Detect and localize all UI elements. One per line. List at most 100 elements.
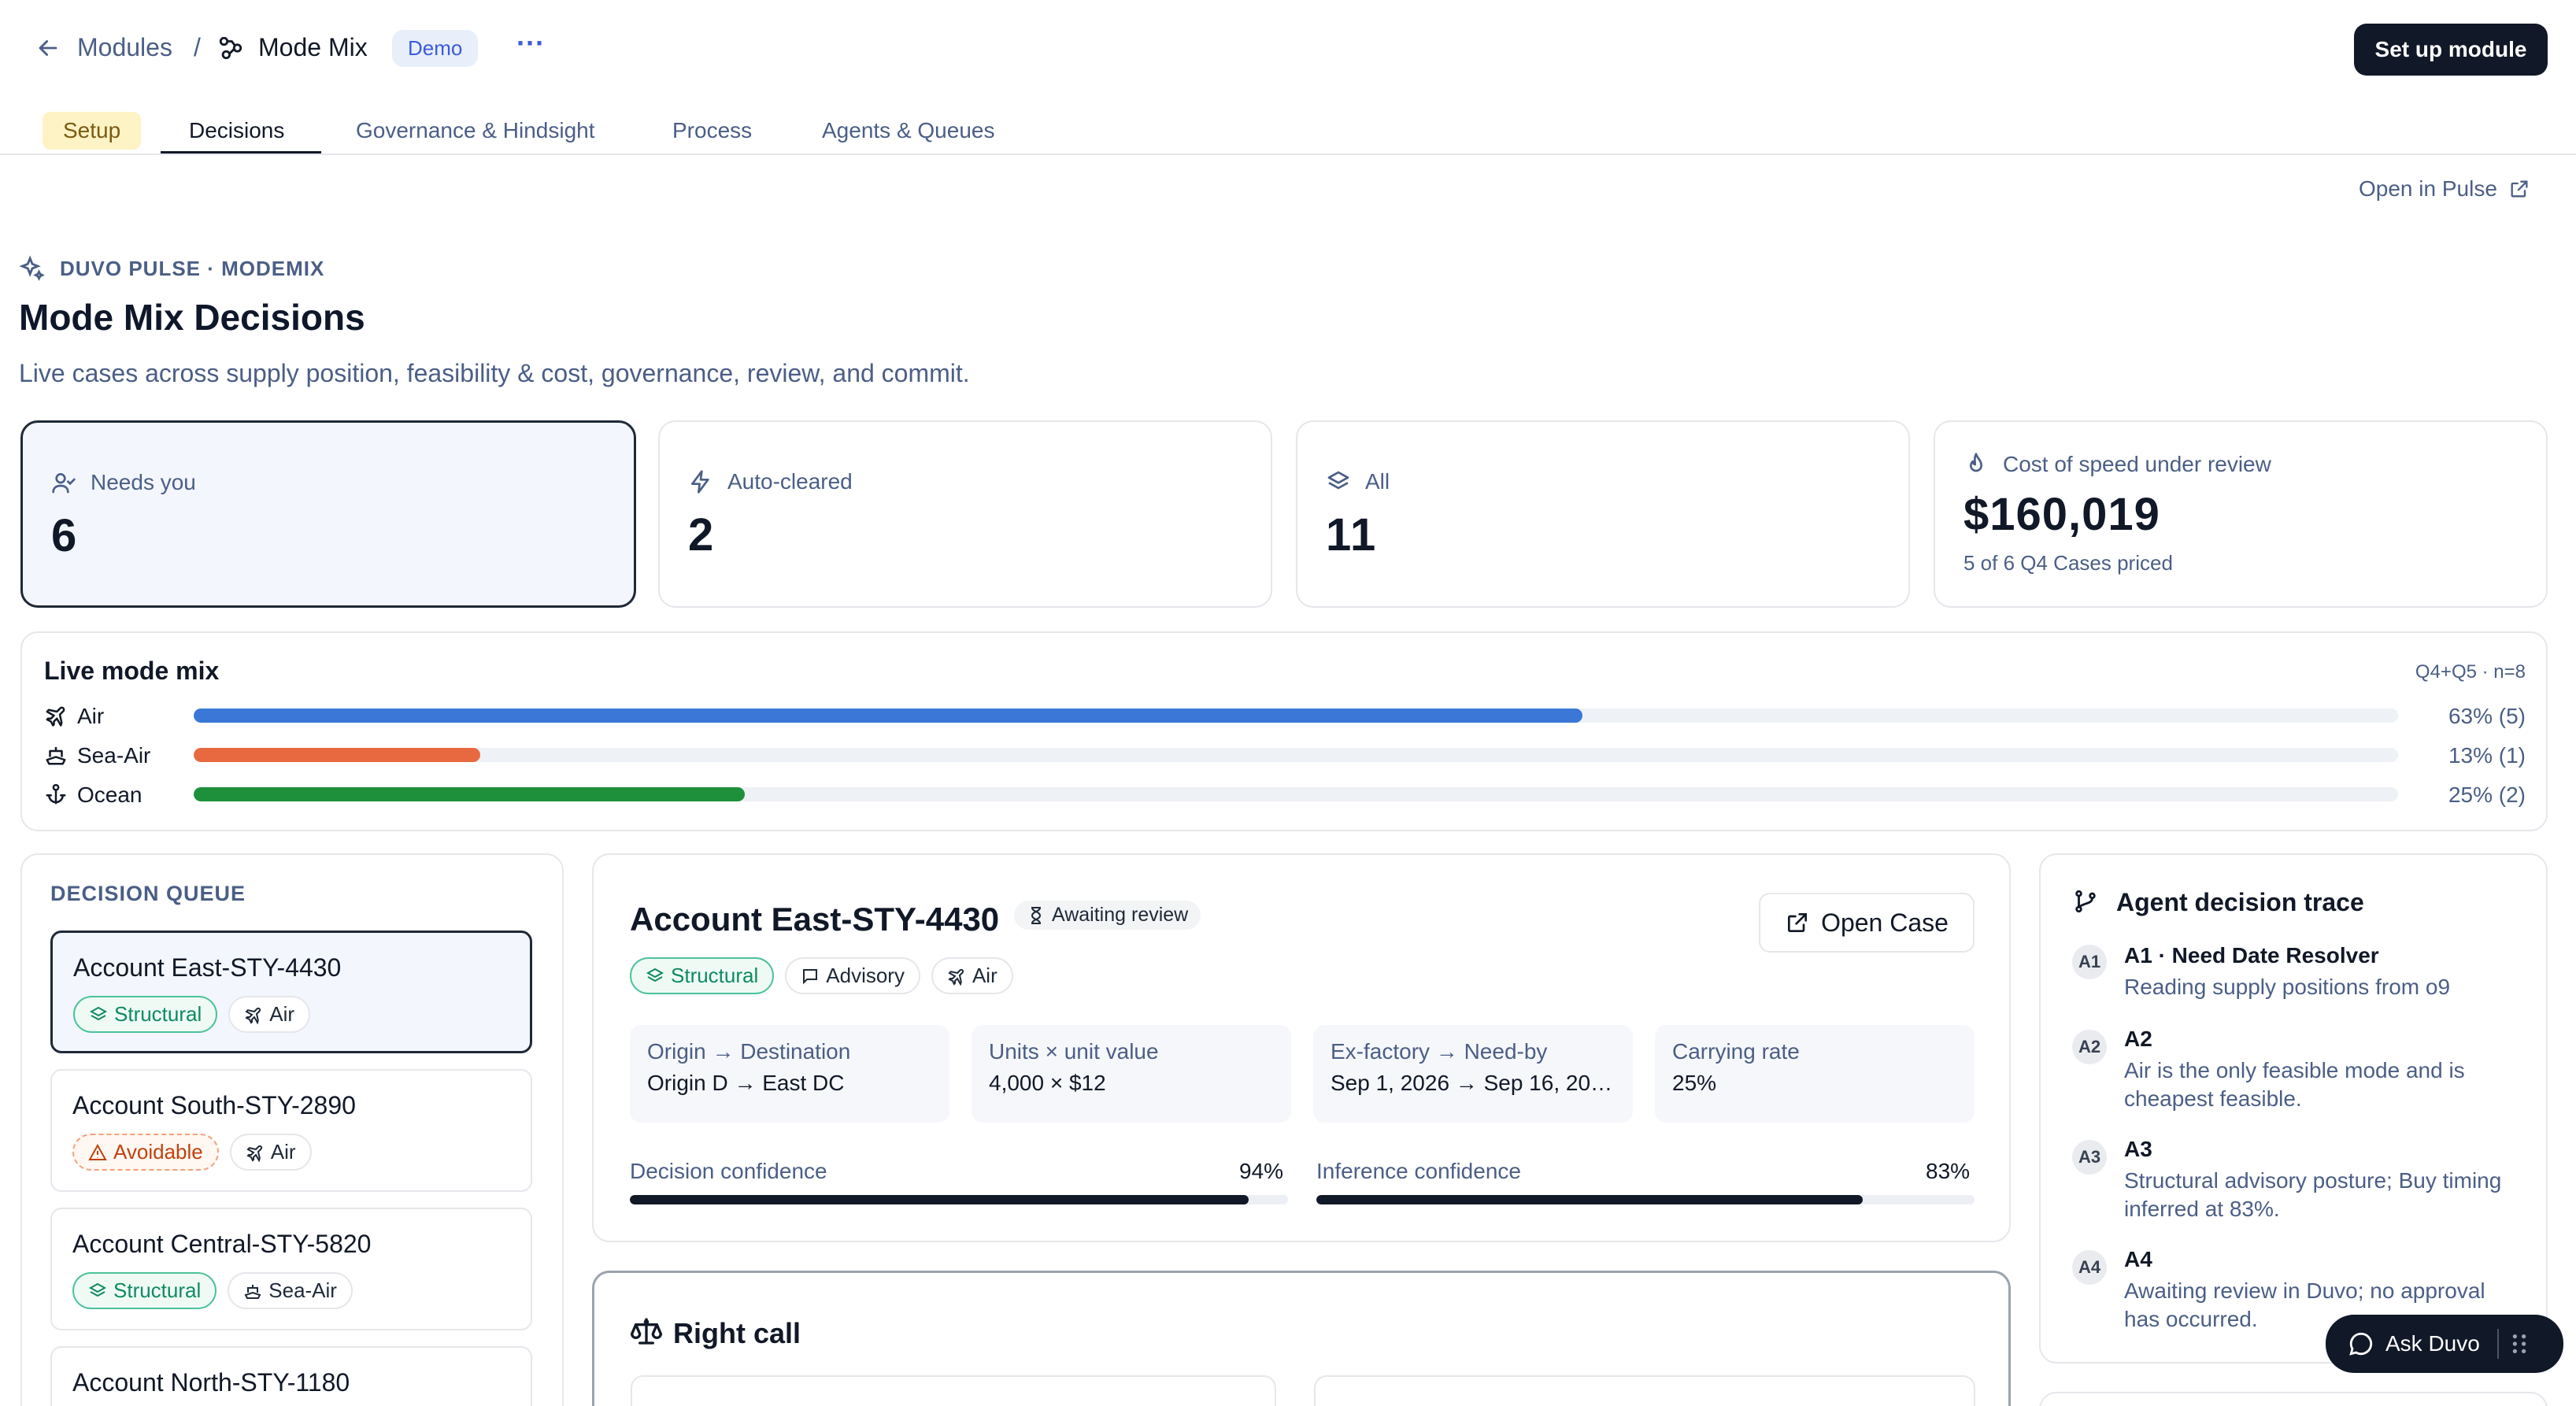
chip-structural: Structural bbox=[73, 996, 218, 1033]
chip-label: Structural bbox=[114, 1002, 202, 1026]
decision-confidence-bar bbox=[630, 1195, 1288, 1204]
back-arrow-icon[interactable] bbox=[35, 35, 61, 61]
open-in-pulse-link[interactable]: Open in Pulse bbox=[2359, 176, 2530, 202]
chip-label: Structural bbox=[113, 1278, 202, 1302]
mode-mix-meta: Q4+Q5 · n=8 bbox=[2415, 661, 2526, 683]
trace-item-head: A1 · Need Date Resolver bbox=[2124, 943, 2379, 968]
queue-item-title: Account South-STY-2890 bbox=[72, 1091, 356, 1119]
queue-item[interactable]: Account Central-STY-5820 Structural Sea-… bbox=[50, 1208, 532, 1330]
demo-badge: Demo bbox=[392, 30, 479, 67]
stat-card-all[interactable]: All 11 bbox=[1296, 420, 1910, 608]
mode-bar-fill bbox=[194, 709, 1582, 723]
mode-bar-ocean bbox=[194, 787, 2398, 801]
bolt-icon bbox=[688, 469, 713, 494]
set-up-module-button[interactable]: Set up module bbox=[2354, 24, 2548, 76]
ask-duvo-label: Ask Duvo bbox=[2385, 1331, 2480, 1356]
field-label: Ex-factory → Need-by bbox=[1331, 1039, 1548, 1064]
chip-advisory: Advisory bbox=[785, 957, 920, 994]
layers-icon bbox=[88, 1282, 107, 1297]
ask-duvo-button[interactable]: Ask Duvo bbox=[2326, 1315, 2563, 1373]
page-subtitle: Live cases across supply position, feasi… bbox=[19, 359, 970, 387]
queue-item[interactable]: Account South-STY-2890 Avoidable Air bbox=[50, 1069, 532, 1192]
module-icon bbox=[217, 35, 244, 61]
scale-icon bbox=[631, 1315, 662, 1347]
chip-label: Air bbox=[270, 1140, 296, 1164]
mode-pct-sea-air: 13% (1) bbox=[2448, 743, 2526, 768]
tab-agents-queues[interactable]: Agents & Queues bbox=[822, 118, 994, 143]
tab-decisions[interactable]: Decisions bbox=[189, 118, 284, 143]
trace-item-head: A3 bbox=[2124, 1137, 2152, 1161]
mode-pct-ocean: 25% (2) bbox=[2448, 783, 2526, 807]
plane-icon bbox=[44, 704, 68, 727]
ship-icon bbox=[244, 1284, 261, 1299]
stat-label: Auto-cleared bbox=[727, 469, 853, 494]
page-title: Mode Mix Decisions bbox=[19, 297, 365, 338]
mode-label-ocean: Ocean bbox=[77, 783, 142, 807]
tab-process[interactable]: Process bbox=[672, 118, 752, 143]
chip-mode: Air bbox=[228, 996, 311, 1033]
queue-item[interactable]: Account East-STY-4430 Structural Air bbox=[50, 931, 532, 1053]
trace-item-head: A4 bbox=[2124, 1247, 2152, 1271]
inference-confidence-bar bbox=[1316, 1195, 1975, 1204]
chat-icon bbox=[2349, 1332, 2373, 1356]
stat-card-needs-you[interactable]: Needs you 6 bbox=[20, 420, 636, 608]
live-mode-mix-card: Live mode mix Q4+Q5 · n=8 Air 63% (5) Se… bbox=[20, 631, 2548, 831]
grip-icon[interactable] bbox=[2510, 1332, 2529, 1356]
breadcrumb-modules[interactable]: Modules bbox=[77, 33, 172, 62]
queue-item[interactable]: Account North-STY-1180 bbox=[50, 1346, 532, 1406]
alert-icon bbox=[88, 1143, 107, 1160]
tab-setup[interactable]: Setup bbox=[43, 112, 142, 150]
status-badge: Awaiting review bbox=[1014, 901, 1201, 930]
field-label: Origin → Destination bbox=[647, 1039, 851, 1064]
open-case-button[interactable]: Open Case bbox=[1759, 893, 1975, 953]
queue-item-title: Account Central-STY-5820 bbox=[72, 1230, 372, 1258]
stat-sub: 5 of 6 Q4 Cases priced bbox=[1963, 551, 2173, 575]
stat-value: 2 bbox=[688, 509, 716, 561]
breadcrumb-separator: / bbox=[194, 33, 201, 61]
field-origin-destination: Origin → Destination Origin D → East DC bbox=[630, 1025, 949, 1123]
plane-icon bbox=[245, 1007, 261, 1024]
case-title: Account East-STY-4430 bbox=[630, 901, 1000, 938]
set-up-module-label: Set up module bbox=[2374, 37, 2527, 61]
stat-card-auto-cleared[interactable]: Auto-cleared 2 bbox=[658, 420, 1272, 608]
decision-confidence-label: Decision confidence bbox=[630, 1159, 827, 1183]
tab-governance[interactable]: Governance & Hindsight bbox=[356, 118, 595, 143]
decision-queue-title: DECISION QUEUE bbox=[50, 882, 246, 905]
field-units-value: Units × unit value 4,000 × $12 bbox=[972, 1025, 1291, 1123]
field-label: Units × unit value bbox=[989, 1039, 1159, 1064]
plane-icon bbox=[246, 1145, 262, 1162]
chip-label: Avoidable bbox=[113, 1140, 203, 1164]
more-icon[interactable]: ··· bbox=[516, 27, 545, 60]
mode-bar-sea-air bbox=[194, 748, 2398, 762]
inference-confidence-label: Inference confidence bbox=[1316, 1159, 1521, 1183]
chip-mode: Sea-Air bbox=[228, 1272, 353, 1309]
tabs-divider bbox=[0, 154, 2576, 155]
open-case-label: Open Case bbox=[1821, 908, 1949, 937]
trace-badge: A2 bbox=[2072, 1030, 2107, 1064]
trace-title: Agent decision trace bbox=[2116, 888, 2364, 916]
user-check-icon bbox=[51, 470, 76, 495]
trace-badge: A4 bbox=[2072, 1250, 2107, 1285]
field-carrying-rate: Carrying rate 25% bbox=[1655, 1025, 1975, 1123]
branch-icon bbox=[2072, 888, 2099, 915]
decision-queue-panel: DECISION QUEUE Account East-STY-4430 Str… bbox=[20, 853, 564, 1406]
flame-icon bbox=[1963, 452, 1989, 477]
chip-label: Sea-Air bbox=[268, 1278, 337, 1302]
stat-value: 6 bbox=[51, 510, 79, 561]
status-label: Awaiting review bbox=[1052, 904, 1189, 926]
chip-avoidable: Avoidable bbox=[72, 1134, 219, 1171]
mode-mix-title: Live mode mix bbox=[44, 657, 220, 685]
chip-label: Advisory bbox=[826, 964, 905, 987]
agent-trace-panel: Agent decision trace A1 A1 · Need Date R… bbox=[2039, 853, 2548, 1363]
field-value: 25% bbox=[1672, 1071, 1717, 1095]
stat-label: Needs you bbox=[91, 470, 196, 494]
mode-bar-fill bbox=[194, 748, 480, 762]
eyebrow: DUVO PULSE · MODEMIX bbox=[60, 257, 325, 280]
chip-label: Air bbox=[269, 1002, 295, 1026]
stat-label: All bbox=[1365, 469, 1390, 494]
stat-card-cost-of-speed[interactable]: Cost of speed under review $160,019 5 of… bbox=[1934, 420, 2548, 608]
ship-icon bbox=[44, 743, 68, 767]
chip-structural: Structural bbox=[72, 1272, 217, 1309]
right-call-option[interactable] bbox=[631, 1375, 1276, 1406]
right-call-option[interactable] bbox=[1314, 1375, 1975, 1406]
